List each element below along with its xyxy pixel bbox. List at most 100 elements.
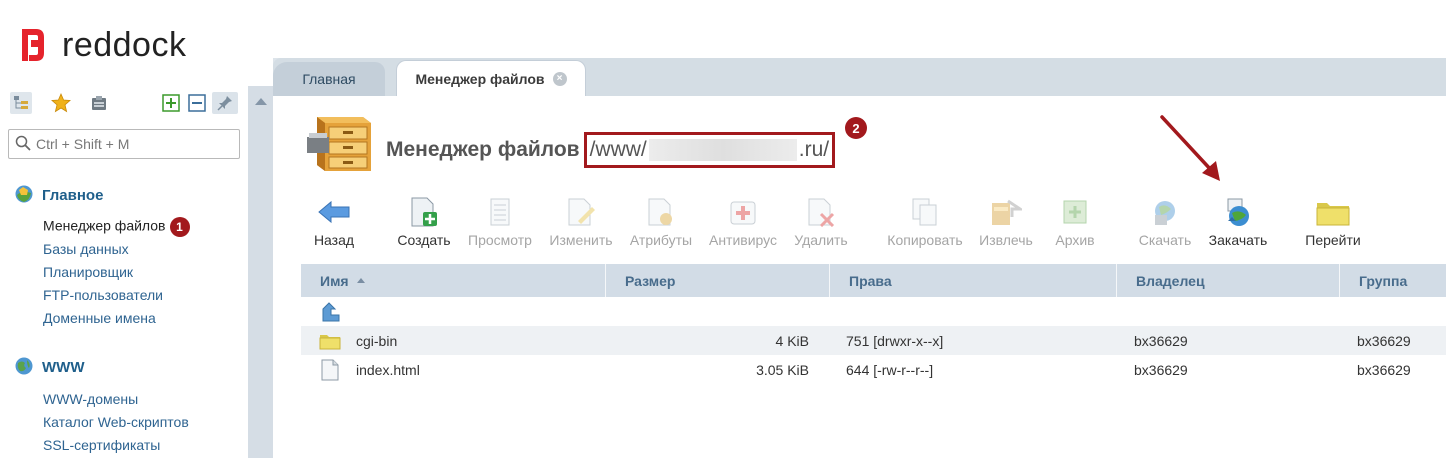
sidebar-item-file-manager[interactable]: Менеджер файлов 1 (43, 217, 190, 237)
sidebar-group-title: Главное (42, 187, 104, 204)
sidebar-item-databases[interactable]: Базы данных (43, 241, 129, 257)
parent-directory-row[interactable] (301, 297, 1446, 326)
file-size: 3.05 KiB (756, 361, 809, 378)
sidebar-group-www[interactable]: WWW (14, 356, 84, 379)
search-icon (15, 135, 31, 154)
toolbar-button-label: Копировать (887, 232, 963, 248)
pin-icon[interactable] (212, 92, 238, 114)
tab-home[interactable]: Главная (273, 62, 385, 96)
extract-icon (988, 196, 1024, 228)
toolbar-button-label: Изменить (549, 232, 613, 248)
download-icon (1147, 196, 1183, 228)
tree-icon[interactable] (10, 92, 32, 114)
edit-icon (563, 196, 599, 228)
back-arrow-icon (316, 196, 352, 228)
sidebar-item-label: Менеджер файлов (43, 217, 166, 234)
sidebar-toolbar (8, 92, 240, 118)
brand-logo[interactable]: reddock (20, 25, 186, 65)
close-tab-icon[interactable]: × (552, 71, 567, 86)
toolbar-button-extract[interactable]: Извлечь (968, 196, 1044, 248)
annotation-arrow-icon (1158, 113, 1228, 185)
up-directory-icon[interactable] (319, 297, 341, 326)
home-globe-icon (14, 184, 34, 207)
path-prefix: /www/ (589, 138, 647, 161)
file-permissions: 644 [-rw-r--r--] (846, 361, 934, 378)
toolbar-button-label: Скачать (1138, 232, 1192, 248)
table-row[interactable]: index.html 3.05 KiB 644 [-rw-r--r--] bx3… (301, 355, 1446, 384)
toolbar-button-edit[interactable]: Изменить (543, 196, 619, 248)
column-header-group[interactable]: Группа (1339, 264, 1446, 297)
sidebar-splitter[interactable] (248, 86, 273, 458)
toolbar-button-view[interactable]: Просмотр (462, 196, 538, 248)
redacted-domain (648, 139, 797, 161)
file-permissions: 751 [drwxr-x--x] (846, 332, 944, 349)
expand-all-icon[interactable] (160, 92, 182, 114)
archive-icon (1057, 196, 1093, 228)
copy-icon (907, 196, 943, 228)
file-toolbar: Назад Создать Просмотр Изменить Атрибуты Анти… (300, 196, 1446, 252)
sidebar-item-scheduler[interactable]: Планировщик (43, 264, 133, 280)
file-icon (321, 355, 339, 384)
column-header-owner[interactable]: Владелец (1116, 264, 1339, 297)
tab-label: Главная (302, 71, 356, 87)
column-header-size[interactable]: Размер (605, 264, 829, 297)
column-label: Права (849, 272, 892, 289)
column-label: Имя (320, 272, 349, 289)
column-label: Владелец (1136, 272, 1205, 289)
collapse-sidebar-icon[interactable] (255, 98, 267, 105)
column-label: Размер (625, 272, 676, 289)
view-icon (482, 196, 518, 228)
toolbar-button-upload[interactable]: Закачать (1200, 196, 1276, 248)
sidebar-item-www-domains[interactable]: WWW-домены (43, 391, 138, 407)
toolbar-button-back-arrow[interactable]: Назад (296, 196, 372, 248)
toolbar-button-create-file[interactable]: Создать (386, 196, 462, 248)
toolbar-button-folder-goto[interactable]: Перейти (1295, 196, 1371, 248)
column-header-permissions[interactable]: Права (829, 264, 1116, 297)
toolbar-button-copy[interactable]: Копировать (887, 196, 963, 248)
reddock-logo-icon (20, 27, 46, 63)
collapse-all-icon[interactable] (186, 92, 208, 114)
column-header-name[interactable]: Имя (301, 264, 605, 297)
toolbar-button-archive[interactable]: Архив (1037, 196, 1113, 248)
sidebar-item-domains[interactable]: Доменные имена (43, 310, 156, 326)
file-cabinet-icon (305, 113, 375, 175)
sidebar-item-ssl[interactable]: SSL-сертификаты (43, 437, 160, 453)
toolbar-button-download[interactable]: Скачать (1127, 196, 1203, 248)
file-group: bx36629 (1357, 361, 1411, 378)
step-badge-path: 2 (845, 117, 867, 139)
brand-name: reddock (62, 25, 187, 64)
tab-label: Менеджер файлов (415, 70, 545, 87)
file-name[interactable]: index.html (356, 355, 420, 384)
toolbar-button-label: Назад (313, 232, 355, 248)
toolbar-button-label: Создать (397, 232, 451, 248)
create-file-icon (406, 196, 442, 228)
folder-goto-icon (1315, 196, 1351, 228)
search-input[interactable] (36, 136, 226, 152)
upload-icon (1220, 196, 1256, 228)
sidebar-search[interactable] (8, 129, 240, 159)
file-name[interactable]: cgi-bin (356, 326, 397, 355)
page-title-text: Менеджер файлов (386, 138, 580, 161)
sidebar-group-title: WWW (42, 359, 85, 376)
sidebar-item-web-scripts[interactable]: Каталог Web-скриптов (43, 414, 189, 430)
star-icon[interactable] (50, 92, 72, 114)
toolbar-button-delete[interactable]: Удалить (783, 196, 859, 248)
column-label: Группа (1359, 272, 1408, 289)
attributes-icon (643, 196, 679, 228)
toolbar-button-antivirus[interactable]: Антивирус (705, 196, 781, 248)
table-row[interactable]: cgi-bin 4 KiB 751 [drwxr-x--x] bx36629 b… (301, 326, 1446, 355)
clipboard-icon[interactable] (88, 92, 110, 114)
path-suffix: .ru/ (798, 138, 830, 161)
tab-file-manager[interactable]: Менеджер файлов × (396, 60, 586, 96)
toolbar-button-label: Антивирус (708, 232, 778, 248)
toolbar-button-attributes[interactable]: Атрибуты (623, 196, 699, 248)
page: reddock Ctrl + Shift + M Главное Менедже… (0, 0, 1446, 458)
globe-icon (14, 356, 34, 379)
file-size: 4 KiB (775, 332, 809, 349)
toolbar-button-label: Удалить (794, 232, 848, 248)
file-table: Имя Размер Права Владелец Группа cgi-bin… (301, 264, 1446, 384)
current-path: /www/ .ru/ (583, 132, 836, 168)
toolbar-button-label: Закачать (1208, 232, 1268, 248)
sidebar-group-main[interactable]: Главное (14, 184, 103, 207)
sidebar-item-ftp-users[interactable]: FTP-пользователи (43, 287, 163, 303)
